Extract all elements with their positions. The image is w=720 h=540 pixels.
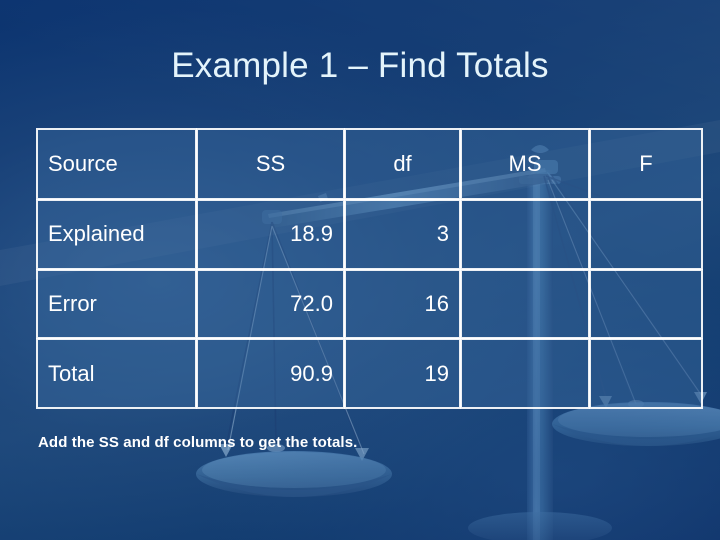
cell-ss-error: 72.0 [198,270,343,338]
cell-f-error [591,270,701,338]
table-row: Explained 18.9 3 [38,200,701,268]
anova-table: Source SS df MS F Explained 18.9 3 Error… [35,127,704,410]
cell-ss-explained: 18.9 [198,200,343,268]
cell-f-total [591,340,701,407]
cell-ms-explained [462,200,588,268]
column-header-ss: SS [198,130,343,198]
cell-source-explained: Explained [38,200,195,268]
column-header-source: Source [38,130,195,198]
cell-ss-total: 90.9 [198,340,343,407]
column-header-df: df [346,130,459,198]
table-header-row: Source SS df MS F [38,130,701,198]
table-row: Total 90.9 19 [38,340,701,407]
cell-ms-total [462,340,588,407]
cell-f-explained [591,200,701,268]
cell-df-total: 19 [346,340,459,407]
slide-canvas: Example 1 – Find Totals Source SS df MS … [0,0,720,540]
cell-df-error: 16 [346,270,459,338]
column-header-ms: MS [462,130,588,198]
cell-ms-error [462,270,588,338]
slide-caption: Add the SS and df columns to get the tot… [38,434,358,451]
column-header-f: F [591,130,701,198]
table-row: Error 72.0 16 [38,270,701,338]
cell-source-total: Total [38,340,195,407]
page-title: Example 1 – Find Totals [171,46,549,85]
cell-df-explained: 3 [346,200,459,268]
cell-source-error: Error [38,270,195,338]
